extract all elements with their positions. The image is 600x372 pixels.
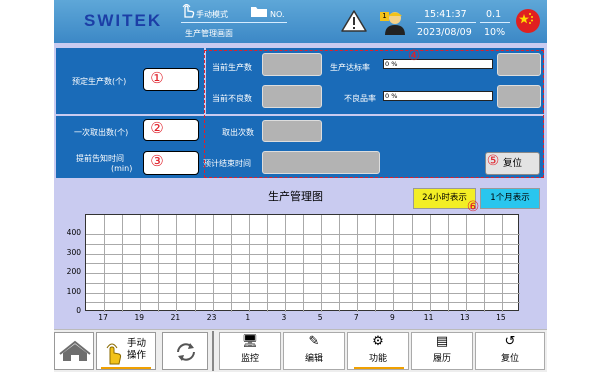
- grid-line-horizontal: [86, 273, 520, 274]
- x-tick-label: 1: [245, 313, 251, 322]
- marker-4: ④: [407, 48, 421, 64]
- logo: SWITEK: [84, 11, 163, 30]
- grid-line-horizontal: [86, 263, 520, 265]
- grid-line-horizontal: [86, 253, 520, 255]
- marker-6: ⑥: [466, 199, 480, 215]
- marker-1: ①: [150, 69, 164, 87]
- marker-5: ⑤: [486, 153, 500, 169]
- chart-plot-area: [85, 214, 520, 312]
- grid-line-horizontal: [86, 243, 520, 245]
- grid-line-horizontal: [86, 282, 520, 284]
- history-icon: ▤: [435, 334, 449, 349]
- nav-edit-label: 编辑: [304, 354, 323, 364]
- y-tick-label: 300: [66, 247, 81, 257]
- user-level-badge: 1: [380, 12, 389, 21]
- notify-time-label: 提前告知时间: [76, 154, 124, 163]
- mode-label: 手动模式: [196, 10, 228, 19]
- nav-history-label: 履历: [432, 354, 451, 364]
- x-tick-label: 5: [317, 313, 323, 322]
- manual-operation-button[interactable]: 手动 操作: [96, 332, 156, 370]
- edit-icon: ✎: [308, 334, 320, 349]
- language-flag-icon[interactable]: [516, 9, 540, 33]
- y-tick-label: 100: [66, 286, 81, 296]
- hand-touch-icon: [106, 343, 122, 365]
- x-tick-label: 11: [423, 313, 434, 322]
- manual-operation-label: 手动 操作: [127, 338, 147, 361]
- marker-3: ③: [150, 152, 164, 170]
- home-button[interactable]: [54, 332, 94, 370]
- x-tick-label: 23: [206, 313, 217, 322]
- x-tick-label: 9: [390, 313, 395, 322]
- grid-line-horizontal: [86, 302, 520, 304]
- nav-monitor[interactable]: 🖥 监控: [219, 332, 281, 370]
- header-value-2: 10%: [484, 27, 506, 38]
- clock-time: 15:41:37: [424, 9, 467, 20]
- header-value-1: 0.1: [486, 9, 502, 20]
- screen-name: 生产管理画面: [185, 29, 233, 38]
- warning-icon[interactable]: [341, 9, 367, 33]
- once-takeout-label: 一次取出数(个): [74, 128, 129, 137]
- hand-icon: [178, 2, 196, 18]
- x-tick-label: 15: [496, 313, 506, 322]
- chart-title: 生产管理图: [268, 190, 323, 203]
- cycle-icon: [177, 343, 195, 361]
- y-tick-label: 400: [66, 228, 81, 237]
- nav-edit[interactable]: ✎ 编辑: [283, 332, 345, 370]
- monitor-icon: 🖥: [241, 334, 259, 349]
- folder-icon: [250, 5, 268, 18]
- x-tick-label: 19: [134, 313, 145, 322]
- nav-reset[interactable]: ↺ 复位: [475, 332, 545, 370]
- gear-icon: ⚙: [372, 334, 384, 349]
- x-tick-label: 17: [98, 313, 108, 322]
- grid-line-horizontal: [86, 292, 520, 294]
- clock-date: 2023/08/09: [417, 27, 472, 38]
- nav-monitor-label: 监控: [240, 354, 259, 364]
- nav-function[interactable]: ⚙ 功能: [347, 332, 409, 370]
- month-view-button[interactable]: 1个月表示: [480, 188, 540, 209]
- notify-time-unit: (min): [111, 164, 133, 173]
- no-label: NO.: [270, 10, 285, 19]
- nav-reset-label: 复位: [500, 354, 519, 364]
- y-tick-label: 0: [76, 306, 81, 315]
- home-icon: [59, 340, 91, 361]
- active-indicator: [101, 367, 151, 369]
- y-tick-label: 200: [66, 267, 81, 276]
- grid-line-horizontal: [86, 234, 520, 235]
- x-tick-label: 7: [353, 313, 359, 322]
- marker-2: ②: [150, 119, 164, 137]
- x-tick-label: 21: [170, 313, 181, 322]
- preset-count-label: 预定生产数(个): [72, 77, 127, 86]
- nav-function-label: 功能: [368, 354, 387, 364]
- header-bar: SWITEK 手动模式 NO. 生产管理画面 1 15:41:37 2023/0…: [54, 0, 547, 43]
- x-tick-label: 3: [281, 313, 287, 322]
- reset-icon: ↺: [504, 334, 516, 349]
- nav-history[interactable]: ▤ 履历: [411, 332, 473, 370]
- x-tick-label: 13: [459, 313, 470, 322]
- active-indicator: [354, 367, 404, 369]
- cycle-button[interactable]: [162, 332, 208, 370]
